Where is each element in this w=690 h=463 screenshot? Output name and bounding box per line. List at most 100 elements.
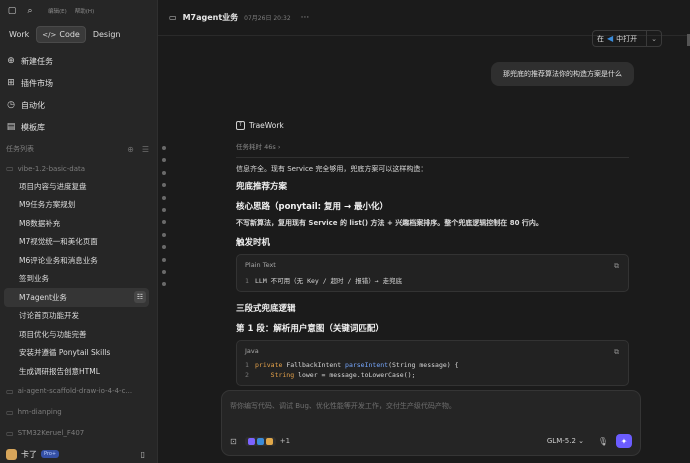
sidebar: ▢ ⌕ 编辑(E) 帮助(H) Work </> Code Design ⊕ 新建任… (0, 0, 158, 463)
elapsed-time[interactable]: 任务耗时 46s › (236, 141, 629, 151)
chat-panel: ▭ M7agent业务 07月26日 20:32 ··· 在 ◀ 中打开 ⌄ 那… (158, 0, 690, 463)
task-item[interactable]: M6评论业务和消息业务 (4, 251, 149, 270)
chat-date: 07月26日 20:32 (244, 15, 291, 22)
mode-switcher: Work </> Code Design (4, 26, 125, 43)
folder-name: STM32Keruel_F407 (17, 429, 85, 437)
trae-logo-icon: T (236, 121, 245, 130)
more-options-icon[interactable]: ··· (301, 13, 310, 23)
heading-stage-one: 第 1 段：解析用户意图（关键词匹配） (236, 324, 384, 334)
composer-input[interactable]: 帮你编写代码、调试 Bug、优化性能等开发工作，交付生产级代码产物。 (230, 401, 456, 411)
code-lang: Plain Text (245, 261, 276, 269)
task-options-icon[interactable]: ☷ (134, 291, 146, 303)
task-item[interactable]: 安装并遵循 Ponytail Skills (4, 344, 149, 363)
nav-label: 自动化 (21, 100, 45, 110)
task-list: ▭ vibe-1.2-basic-data 项目内容与进度复盘 M9任务方案规划 … (4, 160, 149, 444)
task-list-header: 任务列表 ⊕ ☰ (6, 144, 149, 154)
grid-icon: ⊞ (7, 78, 15, 88)
task-item[interactable]: 讨论首页功能开发 (4, 307, 149, 326)
heading-fallback: 兜底推荐方案 (236, 182, 288, 192)
microphone-icon[interactable]: 🎙︎ (598, 437, 608, 446)
code-block-java: Java ⧉ 1 private FallbackIntent parseInte… (236, 340, 629, 386)
elapsed-label: 任务耗时 46s (236, 143, 276, 151)
code-lang: Java (245, 347, 259, 355)
add-folder-icon[interactable]: ⊕ (127, 145, 134, 154)
nav-templates[interactable]: ▤ 模板库 (4, 116, 153, 138)
model-name: GLM-5.2 (546, 437, 576, 445)
folder-name: vibe-1.2-basic-data (17, 164, 86, 173)
heading-three-stage: 三段式兜底逻辑 (236, 304, 296, 314)
copy-icon[interactable]: ⧉ (614, 348, 619, 357)
chat-monitor-icon: ▭ (169, 13, 177, 22)
message-composer[interactable]: 帮你编写代码、调试 Bug、优化性能等开发工作，交付生产级代码产物。 ⊡ +1 … (221, 390, 641, 456)
nav-label: 新建任务 (21, 56, 53, 66)
avatar[interactable] (6, 448, 17, 460)
attach-icon[interactable]: ⊡ (230, 437, 237, 446)
open-prefix: 在 (597, 34, 604, 43)
nav-label: 模板库 (21, 122, 45, 132)
template-icon: ▤ (6, 122, 16, 132)
title-bar: ▢ ⌕ 编辑(E) 帮助(H) (0, 0, 157, 22)
mode-work[interactable]: Work (4, 26, 34, 43)
nav-automation[interactable]: ◷ 自动化 (4, 94, 153, 116)
menu-edit[interactable]: 编辑(E) (48, 7, 67, 15)
code-line: 2 String lower = message.toLowerCase(); (245, 371, 416, 379)
task-item[interactable]: 签到业务 (4, 270, 149, 289)
context-badge[interactable] (244, 436, 276, 446)
panel-toggle-icon[interactable]: ▢ (6, 5, 18, 17)
folder-stm32[interactable]: ▭ STM32Keruel_F407 (4, 423, 149, 444)
folder-icon: ▭ (6, 428, 14, 438)
model-selector[interactable]: GLM-5.2 ⌄ (547, 437, 584, 445)
task-item[interactable]: M9任务方案规划 (4, 196, 149, 215)
phone-icon[interactable]: ▯ (141, 450, 145, 459)
send-button[interactable]: ✦ (616, 434, 632, 448)
folder-vibe[interactable]: ▭ vibe-1.2-basic-data (4, 160, 149, 177)
task-item-selected[interactable]: M7agent业务 ☷ (4, 288, 149, 307)
chevron-down-icon[interactable]: ⌄ (646, 30, 657, 47)
assistant-response: T TraeWork 任务耗时 46s › 信息齐全。现有 Service 完全够… (236, 120, 629, 386)
filter-icon[interactable]: ☰ (142, 145, 149, 154)
user-name: 卡了 (21, 449, 37, 459)
user-message-bubble: 那兜底的推荐算法你的构造方案是什么 (491, 62, 634, 86)
intro-text: 信息齐全。现有 Service 完全够用，兜底方案可以这样构造： (236, 165, 428, 173)
context-icon-c (265, 437, 273, 445)
task-item[interactable]: 项目内容与进度复盘 (4, 177, 149, 196)
composer-toolbar: ⊡ +1 GLM-5.2 ⌄ 🎙︎ ✦ (230, 434, 634, 448)
user-bar[interactable]: 卡了 Pro+ ▯ (0, 445, 157, 463)
folder-ai-agent[interactable]: ▭ ai-agent-scaffold-draw-io-4-4-c... (4, 381, 149, 402)
plus-icon: ⊕ (7, 56, 15, 66)
folder-icon: ▭ (6, 386, 14, 396)
chevron-right-icon: › (277, 143, 281, 151)
open-label: 中打开 (616, 34, 638, 43)
copy-icon[interactable]: ⧉ (614, 262, 619, 271)
plan-badge: Pro+ (41, 450, 60, 458)
brand-name: TraeWork (249, 121, 284, 130)
task-item[interactable]: 生成调研报告创意HTML (4, 362, 149, 381)
task-item[interactable]: M8数据补充 (4, 214, 149, 233)
chat-title: M7agent业务 (182, 13, 239, 22)
mode-design[interactable]: Design (88, 26, 126, 43)
code-line: 1 private FallbackIntent parseIntent(Stri… (245, 361, 459, 369)
summary-text: 不写新算法，复用现有 Service 的 list() 方法 + 兴趣档案排序。… (236, 219, 543, 227)
nav-plugin-market[interactable]: ⊞ 插件市场 (4, 72, 153, 94)
nav-label: 插件市场 (21, 78, 53, 88)
folder-name: ai-agent-scaffold-draw-io-4-4-c... (17, 387, 133, 395)
menu-help[interactable]: 帮助(H) (75, 7, 94, 15)
clock-icon: ◷ (7, 100, 15, 110)
search-icon[interactable]: ⌕ (24, 5, 36, 17)
task-list-title: 任务列表 (6, 145, 34, 153)
nav-new-task[interactable]: ⊕ 新建任务 (4, 50, 153, 72)
heading-trigger: 触发时机 (236, 238, 271, 248)
code-line: 1 LLM 不可用（无 Key / 超时 / 报错）→ 走兜底 (245, 277, 403, 285)
folder-icon: ▭ (6, 407, 14, 417)
folder-name: hm-dianping (17, 408, 62, 416)
code-icon: </> (42, 30, 57, 39)
open-in-editor-button[interactable]: 在 ◀ 中打开 ⌄ (592, 30, 662, 47)
vscode-icon: ◀ (607, 34, 614, 43)
task-item[interactable]: 项目优化与功能完善 (4, 325, 149, 344)
code-block-plain: Plain Text ⧉ 1 LLM 不可用（无 Key / 超时 / 报错）→ … (236, 254, 629, 292)
task-item[interactable]: M7视觉统一和美化页面 (4, 233, 149, 252)
folder-hm-dianping[interactable]: ▭ hm-dianping (4, 402, 149, 423)
task-label: M7agent业务 (19, 292, 67, 302)
heading-core-idea: 核心思路（ponytail: 复用 → 最小化） (236, 202, 389, 212)
mode-code[interactable]: </> Code (36, 26, 86, 43)
